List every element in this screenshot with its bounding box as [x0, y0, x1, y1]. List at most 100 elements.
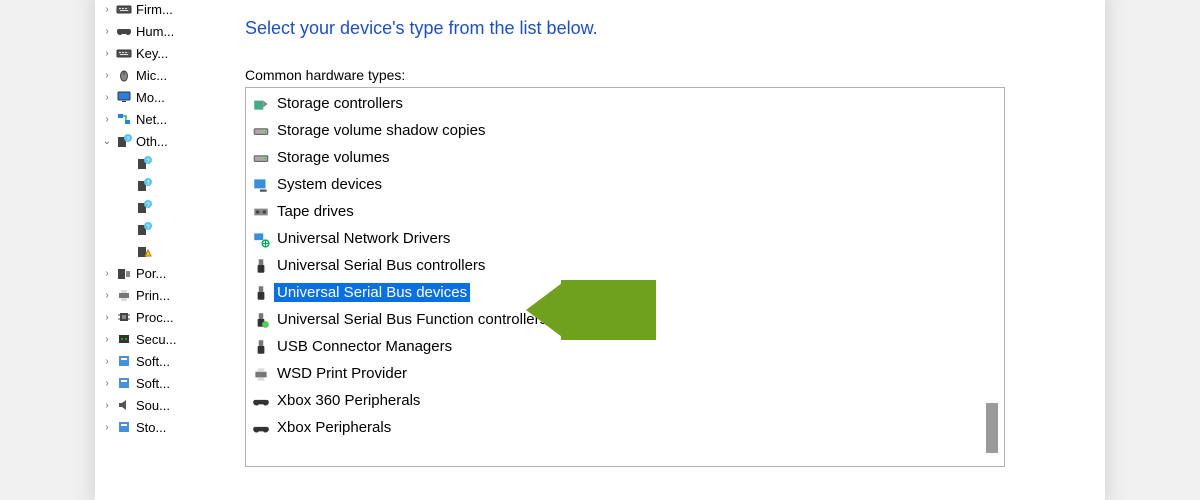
- hardware-type-item[interactable]: Universal Serial Bus controllers: [246, 252, 1004, 279]
- heading-text: Select your device's type from the list …: [245, 18, 1065, 39]
- hardware-type-item[interactable]: Universal Serial Bus devices: [246, 279, 1004, 306]
- hardware-type-label: Storage volumes: [274, 148, 393, 167]
- hardware-type-item[interactable]: Universal Serial Bus Function controller…: [246, 306, 1004, 333]
- dialog-content: Select your device's type from the list …: [205, 0, 1105, 500]
- hardware-type-label: WSD Print Provider: [274, 364, 410, 383]
- hardware-type-label: Universal Serial Bus devices: [274, 283, 470, 302]
- chevron-right-icon[interactable]: ›: [101, 289, 113, 301]
- drive-icon: [250, 120, 272, 142]
- chevron-right-icon[interactable]: ›: [101, 377, 113, 389]
- tree-item-label: Sou...: [136, 398, 170, 413]
- tree-item[interactable]: ›Mic...: [95, 64, 205, 86]
- chevron-down-icon[interactable]: ⌄: [101, 135, 113, 147]
- chevron-right-icon[interactable]: ›: [101, 355, 113, 367]
- hardware-type-item[interactable]: System devices: [246, 171, 1004, 198]
- chevron-right-icon[interactable]: ›: [101, 421, 113, 433]
- chevron-right-icon[interactable]: ›: [101, 25, 113, 37]
- printer-icon: [250, 363, 272, 385]
- hardware-type-item[interactable]: USB Connector Managers: [246, 333, 1004, 360]
- hardware-type-label: System devices: [274, 175, 385, 194]
- unknown-icon: [135, 176, 153, 194]
- hardware-type-item[interactable]: WSD Print Provider: [246, 360, 1004, 387]
- chevron-right-icon[interactable]: ›: [101, 311, 113, 323]
- chevron-right-icon[interactable]: ›: [101, 69, 113, 81]
- hardware-type-item[interactable]: Xbox 360 Peripherals: [246, 387, 1004, 414]
- security-icon: [115, 330, 133, 348]
- tree-item[interactable]: ⌄ Oth...: [95, 130, 205, 152]
- tree-item[interactable]: › Soft...: [95, 372, 205, 394]
- cpu-icon: [115, 308, 133, 326]
- tree-item[interactable]: [95, 152, 205, 174]
- software-icon: [115, 418, 133, 436]
- chevron-right-icon[interactable]: ›: [101, 267, 113, 279]
- hardware-type-label: USB Connector Managers: [274, 337, 455, 356]
- storage-ctrl-icon: [250, 93, 272, 115]
- tree-item-label: Sto...: [136, 420, 166, 435]
- network-icon: [115, 110, 133, 128]
- hardware-type-item[interactable]: Storage volume shadow copies: [246, 117, 1004, 144]
- tree-item[interactable]: › Key...: [95, 42, 205, 64]
- system-icon: [250, 174, 272, 196]
- tree-item[interactable]: ›Hum...: [95, 20, 205, 42]
- xbox-icon: [250, 390, 272, 412]
- tree-item[interactable]: [95, 174, 205, 196]
- tree-item-label: Firm...: [136, 2, 173, 17]
- chevron-right-icon[interactable]: ›: [101, 91, 113, 103]
- tree-item[interactable]: [95, 240, 205, 262]
- net-drv-icon: [250, 228, 272, 250]
- tree-item[interactable]: [95, 218, 205, 240]
- tree-item[interactable]: › Secu...: [95, 328, 205, 350]
- tree-item[interactable]: › Soft...: [95, 350, 205, 372]
- chevron-right-icon[interactable]: ›: [101, 399, 113, 411]
- tree-item-label: Key...: [136, 46, 168, 61]
- keyboard-icon: [115, 44, 133, 62]
- unknown-icon: [135, 198, 153, 216]
- tree-item-label: Oth...: [136, 134, 168, 149]
- usb-icon: [250, 336, 272, 358]
- xbox-icon: [250, 417, 272, 439]
- unknown-warn-icon: [135, 242, 153, 260]
- printer-icon: [115, 286, 133, 304]
- chevron-right-icon[interactable]: ›: [101, 333, 113, 345]
- list-label: Common hardware types:: [245, 67, 1065, 83]
- hardware-type-label: Universal Network Drivers: [274, 229, 453, 248]
- tree-item-label: Secu...: [136, 332, 176, 347]
- tree-item[interactable]: › Sou...: [95, 394, 205, 416]
- unknown-icon: [135, 154, 153, 172]
- chevron-right-icon[interactable]: ›: [101, 113, 113, 125]
- tree-item[interactable]: › Por...: [95, 262, 205, 284]
- device-tree-sidebar: ›Firm...›Hum...›Key...›Mic...›Mo...›Net.…: [95, 0, 205, 500]
- hardware-type-item[interactable]: Storage controllers: [246, 90, 1004, 117]
- hardware-type-item[interactable]: Xbox Peripherals: [246, 414, 1004, 441]
- tree-item-label: Prin...: [136, 288, 170, 303]
- tree-item[interactable]: › Proc...: [95, 306, 205, 328]
- port-icon: [115, 264, 133, 282]
- drive-icon: [250, 147, 272, 169]
- tree-item-label: Proc...: [136, 310, 174, 325]
- tree-item-label: Soft...: [136, 354, 170, 369]
- tree-item-label: Soft...: [136, 376, 170, 391]
- hardware-type-label: Tape drives: [274, 202, 357, 221]
- usb-icon: [250, 255, 272, 277]
- chevron-right-icon[interactable]: ›: [101, 3, 113, 15]
- tree-item[interactable]: ›Net...: [95, 108, 205, 130]
- hardware-type-item[interactable]: Tape drives: [246, 198, 1004, 225]
- tree-item[interactable]: › Firm...: [95, 0, 205, 20]
- hardware-type-label: Storage controllers: [274, 94, 406, 113]
- scrollbar-thumb[interactable]: [986, 403, 998, 453]
- hardware-type-label: Storage volume shadow copies: [274, 121, 488, 140]
- tree-item-label: Mo...: [136, 90, 165, 105]
- hardware-type-item[interactable]: Storage volumes: [246, 144, 1004, 171]
- hardware-types-list[interactable]: Storage controllers Storage volume shadow…: [245, 87, 1005, 467]
- usb-icon: [250, 282, 272, 304]
- tree-item[interactable]: › Sto...: [95, 416, 205, 438]
- tree-item[interactable]: › Prin...: [95, 284, 205, 306]
- chevron-right-icon[interactable]: ›: [101, 47, 113, 59]
- tree-item[interactable]: › Mo...: [95, 86, 205, 108]
- hardware-type-label: Xbox Peripherals: [274, 418, 394, 437]
- hardware-type-item[interactable]: Universal Network Drivers: [246, 225, 1004, 252]
- tree-item[interactable]: [95, 196, 205, 218]
- hardware-type-label: Universal Serial Bus Function controller…: [274, 310, 550, 329]
- tree-item-label: Por...: [136, 266, 166, 281]
- mouse-icon: [115, 66, 133, 84]
